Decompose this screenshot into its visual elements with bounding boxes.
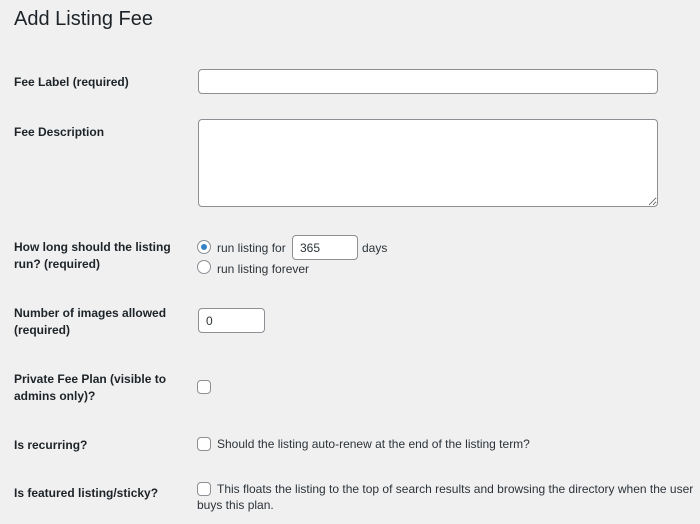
featured-label: Is featured listing/sticky? [14,486,159,500]
days-suffix: days [362,241,388,255]
images-label: Number of images allowed (required) [14,305,166,339]
duration-label-line1: How long should the listing [14,240,171,254]
fee-label-input[interactable] [198,69,658,94]
featured-checkbox[interactable] [197,482,211,496]
private-label-line1: Private Fee Plan (visible to [14,372,167,386]
recurring-label: Is recurring? [14,438,88,452]
featured-description-line1: This floats the listing to the top of se… [217,482,694,496]
private-checkbox[interactable] [197,380,211,394]
duration-label: How long should the listing run? (requir… [14,239,171,273]
days-input[interactable] [292,235,358,260]
fee-description-label: Fee Description [14,125,105,139]
run-forever-label: run listing forever [217,262,310,276]
private-label-line2: admins only)? [14,389,96,403]
run-days-radio[interactable] [197,240,211,254]
images-label-line2: (required) [14,323,71,337]
fee-label-label: Fee Label (required) [14,75,129,89]
duration-label-line2: run? (required) [14,257,100,271]
run-days-label: run listing for [217,241,286,255]
private-label: Private Fee Plan (visible to admins only… [14,371,166,405]
images-input[interactable] [198,308,265,333]
recurring-checkbox[interactable] [197,437,211,451]
page-title: Add Listing Fee [14,8,153,30]
featured-description-line2: buys this plan. [197,498,274,512]
run-forever-radio[interactable] [197,260,211,274]
fee-description-textarea[interactable] [198,119,658,207]
recurring-description: Should the listing auto-renew at the end… [217,437,530,451]
images-label-line1: Number of images allowed [14,306,167,320]
